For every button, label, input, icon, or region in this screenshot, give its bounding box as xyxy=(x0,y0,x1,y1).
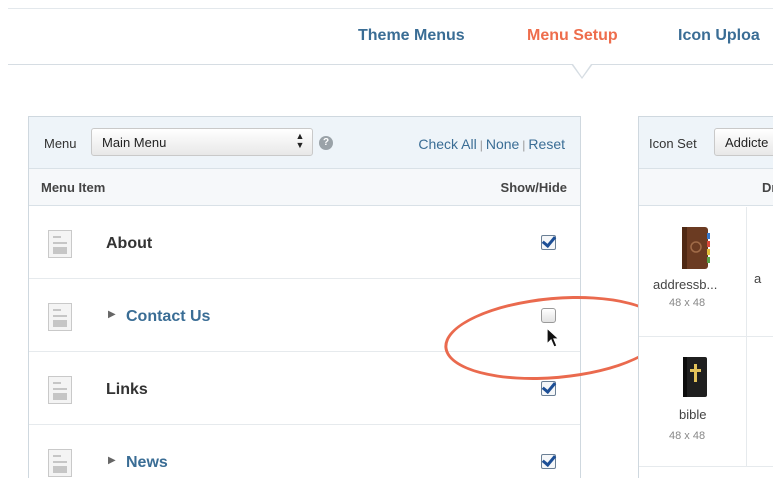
menu-panel: Menu Main Menu ▲ ▼ ? Check All | None | Reset… xyxy=(28,116,581,478)
menu-item-label[interactable]: News xyxy=(126,454,168,472)
reset-link[interactable]: Reset xyxy=(528,136,565,152)
page-icon xyxy=(48,376,72,404)
icon-size: 48 x 48 xyxy=(669,430,706,442)
top-nav: Theme Menus Menu Setup Icon Uploa xyxy=(0,0,773,79)
menu-row-news[interactable]: ▶ News xyxy=(29,425,580,478)
separator: | xyxy=(522,138,526,152)
none-link[interactable]: None xyxy=(486,136,519,152)
tab-icon-upload[interactable]: Icon Uploa xyxy=(678,27,773,45)
show-checkbox[interactable] xyxy=(541,235,556,250)
tab-menu-setup[interactable]: Menu Setup xyxy=(527,27,618,45)
nav-divider xyxy=(8,64,773,65)
menu-toolbar: Menu Main Menu ▲ ▼ ? Check All | None | Reset xyxy=(29,117,580,169)
icon-name: a xyxy=(754,271,762,286)
icon-name: bible xyxy=(679,407,707,422)
menu-item-label: About xyxy=(106,235,153,252)
separator: | xyxy=(479,138,483,152)
column-menu-item: Menu Item xyxy=(41,180,106,195)
top-divider xyxy=(8,8,773,9)
tab-theme-menus[interactable]: Theme Menus xyxy=(358,27,465,45)
column-show-hide: Show/Hide xyxy=(500,180,567,195)
menu-select[interactable]: Main Menu ▲ ▼ xyxy=(91,128,313,156)
mouse-cursor-icon xyxy=(546,327,561,348)
menu-item-label[interactable]: Contact Us xyxy=(126,308,210,326)
column-drag: Drag xyxy=(762,180,773,195)
page-icon xyxy=(48,303,72,331)
select-arrows-icon: ▲ ▼ xyxy=(295,131,305,150)
help-icon[interactable]: ? xyxy=(319,136,333,150)
check-all-link[interactable]: Check All xyxy=(418,136,476,152)
menu-label: Menu xyxy=(44,136,77,151)
icon-set-label: Icon Set xyxy=(649,136,697,151)
expand-triangle-icon[interactable]: ▶ xyxy=(108,309,116,320)
icon-set-select[interactable]: Addicte xyxy=(714,128,773,156)
expand-triangle-icon[interactable]: ▶ xyxy=(108,455,116,466)
bible-icon xyxy=(683,357,707,397)
active-tab-pointer-fill xyxy=(573,64,591,77)
icon-name: addressb... xyxy=(653,277,718,292)
icon-column-header: Drag xyxy=(639,169,773,206)
selection-actions: Check All | None | Reset xyxy=(418,136,565,152)
icon-set-select-value: Addicte xyxy=(725,135,769,150)
column-header: Menu Item Show/Hide xyxy=(29,169,580,206)
show-checkbox[interactable] xyxy=(541,454,556,469)
icon-set-panel: Icon Set Addicte Drag addressb... 48 x 4… xyxy=(638,116,773,478)
show-checkbox[interactable] xyxy=(541,381,556,396)
page-icon xyxy=(48,230,72,258)
icon-cell-bible[interactable]: bible 48 x 48 xyxy=(639,337,747,467)
icon-cell-partial[interactable]: a xyxy=(747,207,773,337)
menu-row-about[interactable]: About xyxy=(29,206,580,279)
icon-set-toolbar: Icon Set Addicte xyxy=(639,117,773,169)
address-book-icon xyxy=(682,227,710,269)
icon-cell-partial[interactable] xyxy=(747,337,773,467)
page-icon xyxy=(48,449,72,477)
menu-select-value: Main Menu xyxy=(102,135,167,150)
icon-cell-addressbook[interactable]: addressb... 48 x 48 xyxy=(639,207,747,337)
icon-size: 48 x 48 xyxy=(669,297,706,309)
menu-item-label: Links xyxy=(106,381,148,398)
